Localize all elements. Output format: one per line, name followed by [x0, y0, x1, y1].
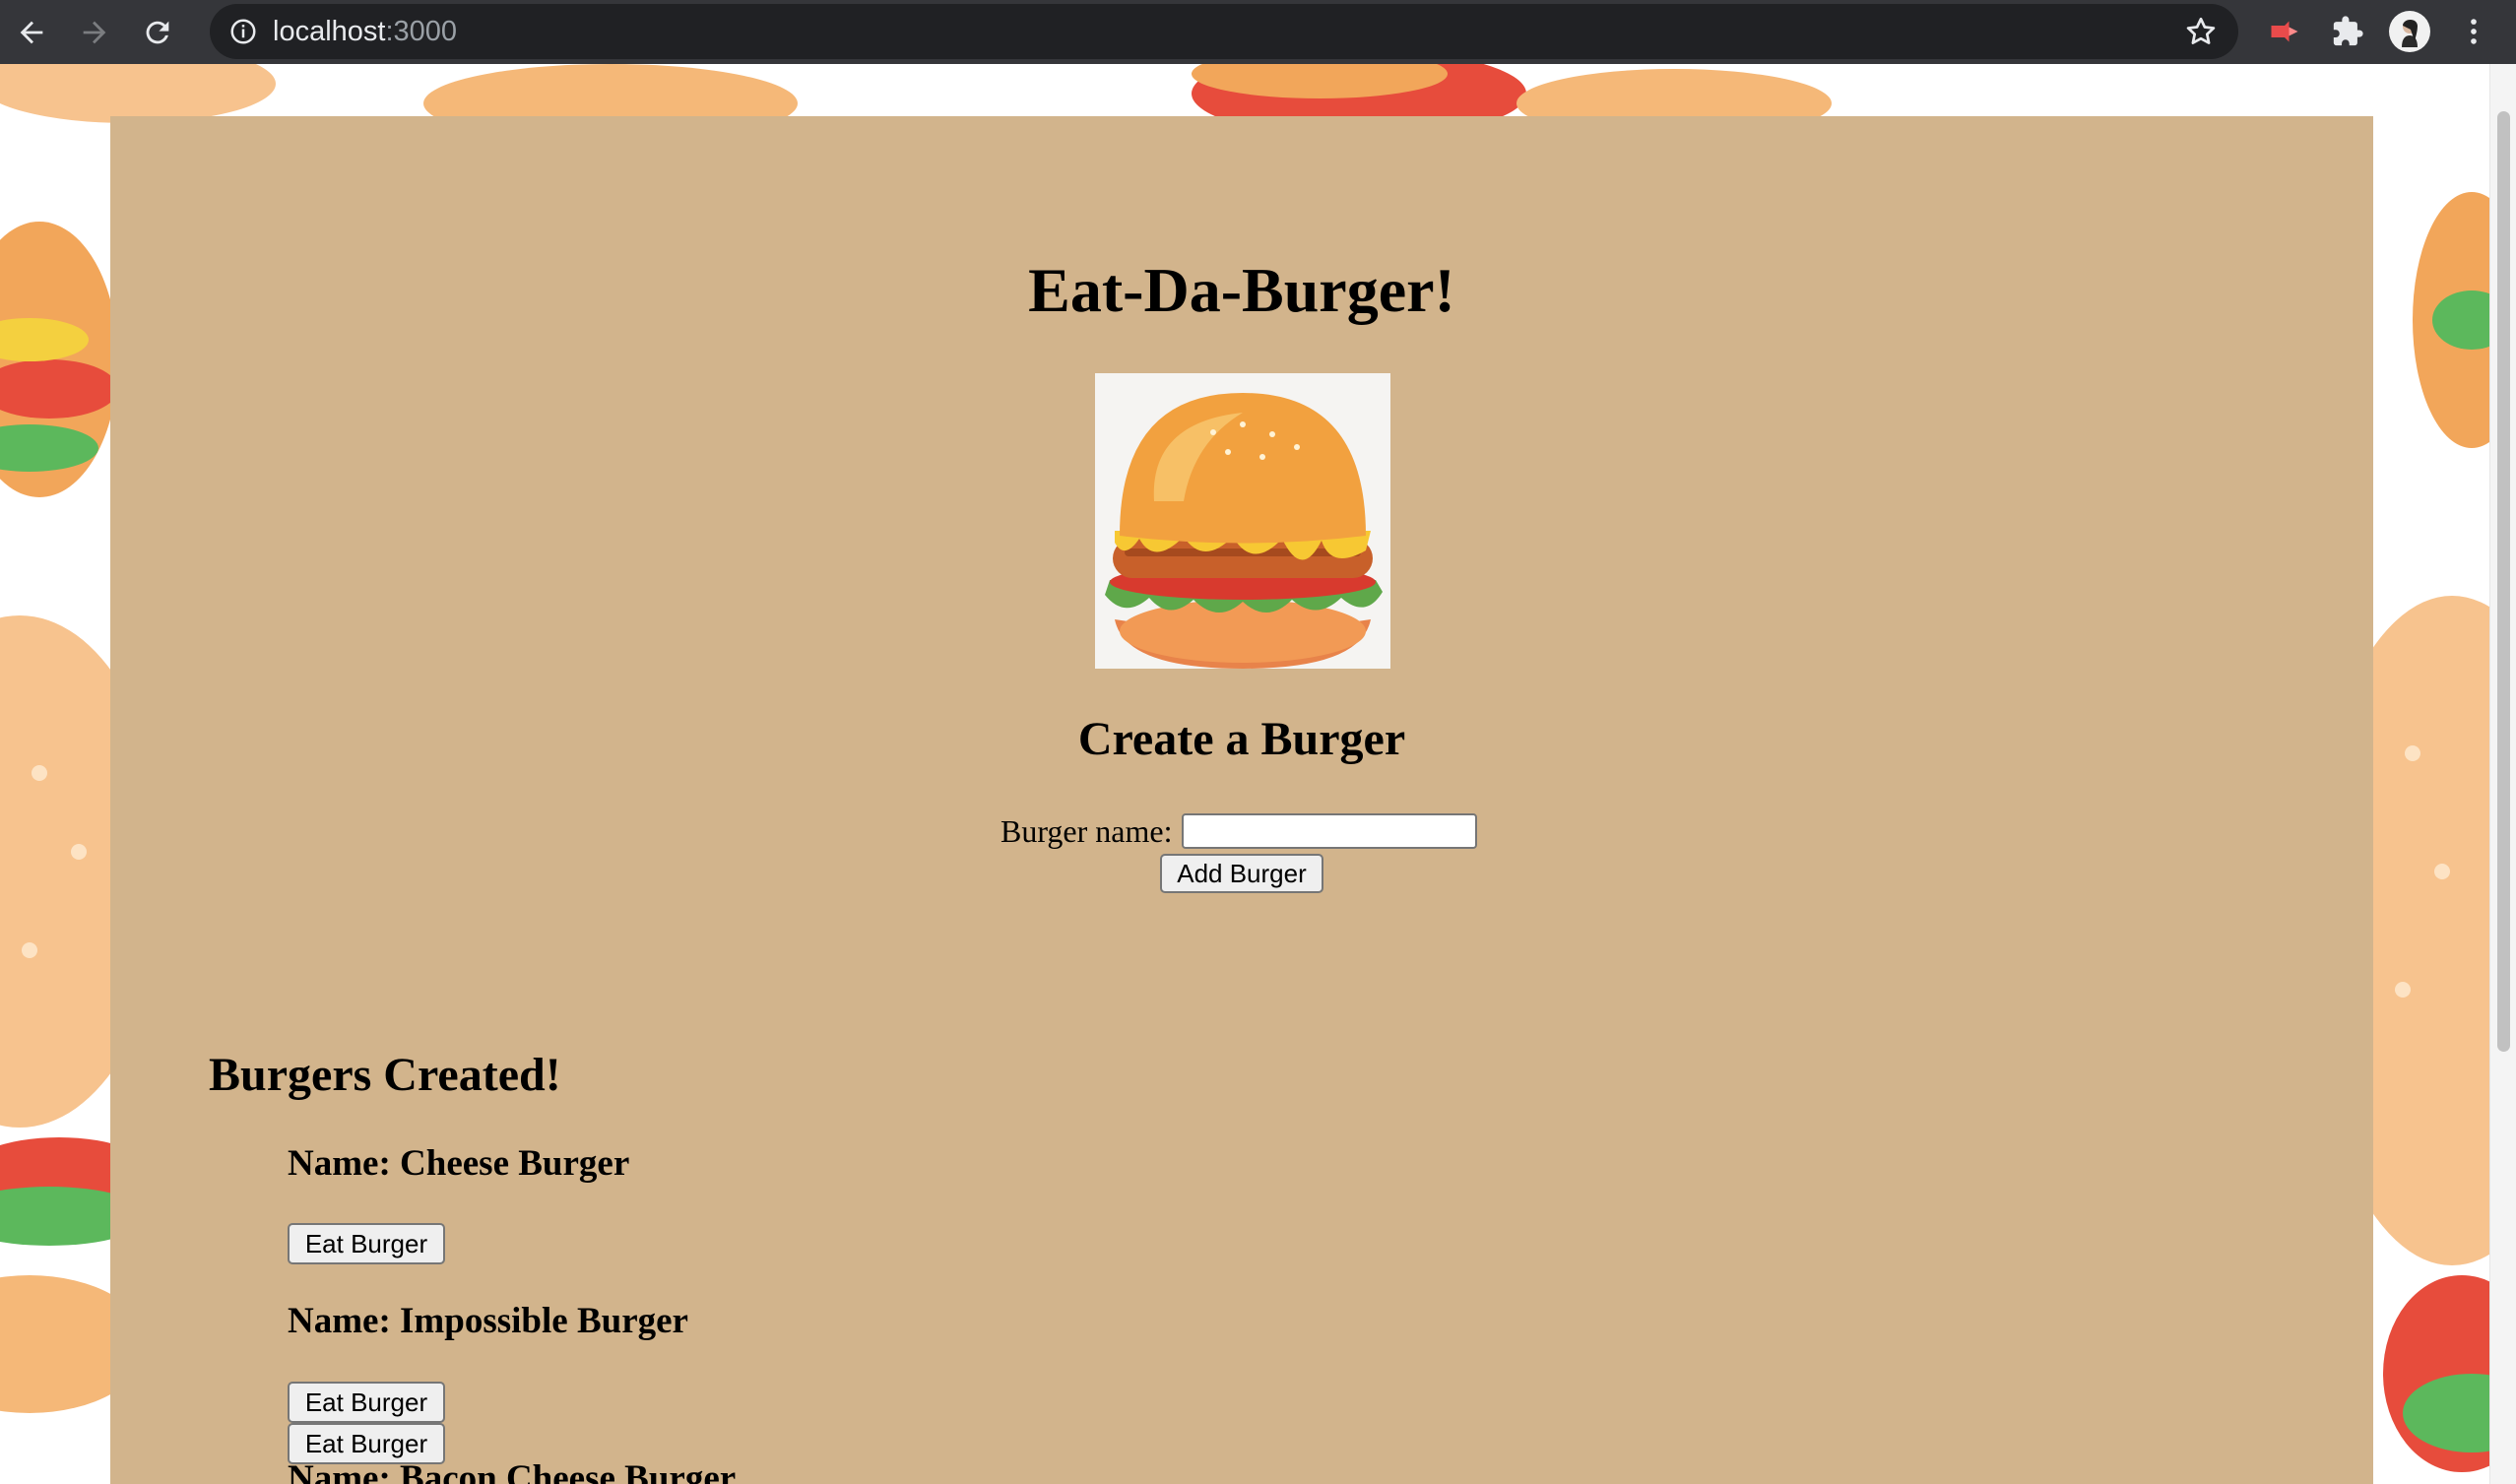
info-icon[interactable] [227, 16, 259, 47]
browser-toolbar: localhost:3000 [0, 0, 2516, 64]
puzzle-icon[interactable] [2326, 10, 2369, 53]
url-text[interactable]: localhost:3000 [273, 16, 457, 48]
more-menu-icon[interactable] [2452, 10, 2495, 53]
burger-name-input[interactable] [1182, 813, 1478, 849]
burger-item-name: Name: Cheese Burger [288, 1143, 630, 1184]
reload-icon [146, 21, 169, 43]
forward-icon [83, 21, 106, 43]
burger-item-name: Name: Impossible Burger [288, 1301, 688, 1341]
eat-burger-button[interactable]: Eat Burger [288, 1423, 445, 1464]
address-bar[interactable]: localhost:3000 [210, 4, 2238, 59]
extension-icon[interactable] [2263, 10, 2306, 53]
burger-logo [1095, 373, 1390, 669]
main-container: Eat-Da-Burger! Create a Burger Burger na… [110, 116, 2373, 1484]
url-host: localhost [273, 15, 386, 47]
back-button[interactable] [0, 0, 63, 64]
avatar[interactable] [2388, 10, 2431, 53]
star-icon[interactable] [2183, 14, 2219, 49]
page-title: Eat-Da-Burger! [1028, 255, 1455, 325]
scrollbar-thumb[interactable] [2497, 111, 2510, 1052]
back-icon [20, 21, 43, 43]
burger-name-label: Burger name: [1000, 812, 1173, 849]
forward-button[interactable] [63, 0, 126, 64]
burgers-created-heading: Burgers Created! [209, 1049, 561, 1101]
add-burger-button[interactable]: Add Burger [1160, 854, 1323, 893]
reload-button[interactable] [126, 0, 189, 64]
page-scrollbar[interactable] [2489, 64, 2516, 1484]
url-port: :3000 [385, 15, 458, 47]
create-heading: Create a Burger [1077, 713, 1406, 765]
eat-burger-button[interactable]: Eat Burger [288, 1223, 445, 1264]
eat-burger-button[interactable]: Eat Burger [288, 1382, 445, 1423]
create-burger-form: Burger name: [1000, 809, 1478, 853]
